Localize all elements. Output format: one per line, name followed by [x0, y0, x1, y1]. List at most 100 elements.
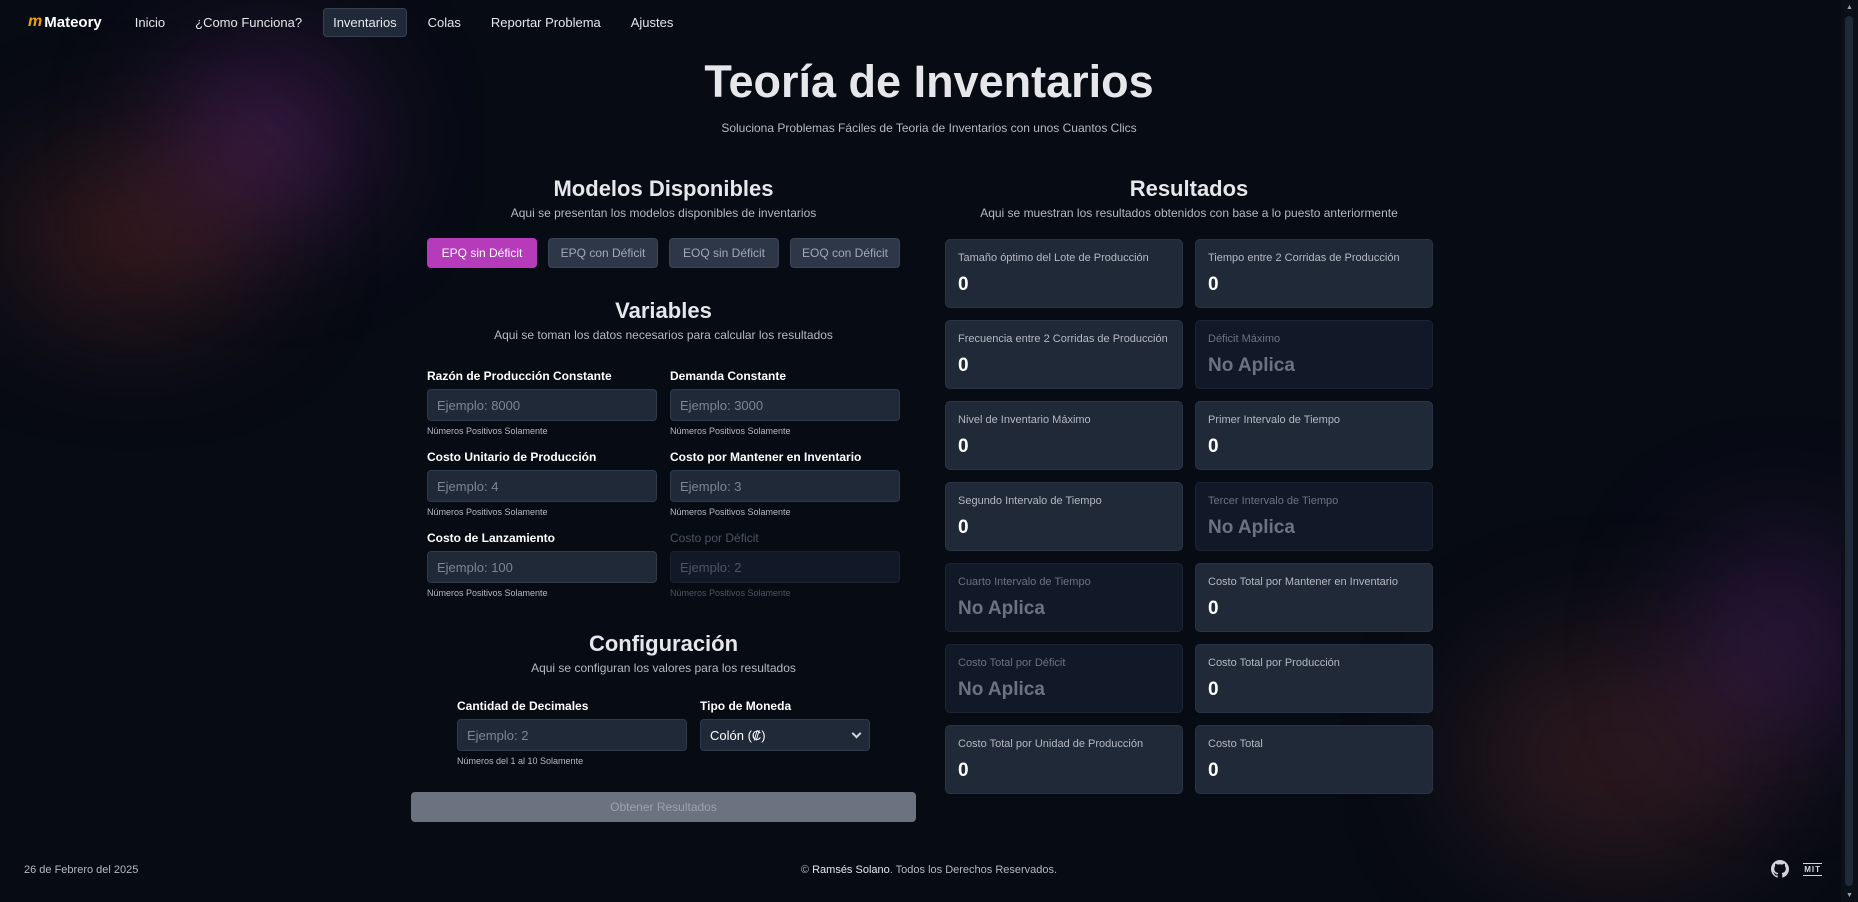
field-help: Números Positivos Solamente	[670, 588, 791, 598]
nav-item-ajustes[interactable]: Ajustes	[622, 9, 683, 36]
footer-copyright: © Ramsés Solano. Todos los Derechos Rese…	[0, 864, 1858, 876]
razon-produccion-input[interactable]: Ejemplo: 8000	[427, 389, 657, 421]
field-decimales: Cantidad de Decimales Ejemplo: 2 Números…	[457, 699, 687, 767]
author-name: Ramsés Solano	[812, 864, 890, 876]
result-label: Tamaño óptimo del Lote de Producción	[958, 252, 1149, 264]
config-title: Configuración	[588, 631, 739, 656]
result-label: Primer Intervalo de Tiempo	[1208, 414, 1341, 426]
models-subtitle: Aqui se presentan los modelos disponible…	[510, 206, 817, 220]
result-value: 0	[1208, 436, 1219, 457]
result-label: Frecuencia entre 2 Corridas de Producció…	[958, 333, 1168, 345]
costo-mantener-input[interactable]: Ejemplo: 3	[670, 470, 900, 502]
result-value: 0	[958, 436, 969, 457]
field-help: Números Positivos Solamente	[670, 426, 791, 436]
result-card: Déficit Máximo No Aplica	[1195, 320, 1433, 389]
nav-item-reportar-problema[interactable]: Reportar Problema	[482, 9, 610, 36]
obtener-resultados-button[interactable]: Obtener Resultados	[411, 792, 916, 822]
variables-title: Variables	[615, 298, 712, 323]
field-label: Costo Unitario de Producción	[427, 450, 597, 464]
result-card: Frecuencia entre 2 Corridas de Producció…	[945, 320, 1183, 389]
scroll-up-arrow-icon[interactable]: ▲	[1841, 0, 1858, 14]
field-label: Tipo de Moneda	[700, 699, 792, 713]
field-costo-lanzamiento: Costo de Lanzamiento Ejemplo: 100 Número…	[427, 531, 657, 599]
brand-name: Mateory	[44, 13, 102, 31]
field-costo-unitario: Costo Unitario de Producción Ejemplo: 4 …	[427, 450, 657, 518]
background-glow	[10, 150, 260, 320]
moneda-select-value: Colón (₡)	[710, 727, 766, 743]
footer-date: 26 de Febrero del 2025	[24, 864, 139, 876]
variables-form: Razón de Producción Constante Ejemplo: 8…	[427, 369, 916, 599]
scroll-thumb[interactable]	[1845, 16, 1853, 886]
field-help: Números Positivos Solamente	[670, 507, 791, 517]
footer-icons: MIT	[1771, 860, 1822, 878]
result-value: 0	[958, 517, 969, 538]
field-label: Demanda Constante	[670, 369, 787, 383]
model-eoq-con-deficit-button[interactable]: EOQ con Déficit	[790, 238, 900, 268]
result-label: Tercer Intervalo de Tiempo	[1208, 495, 1339, 507]
nav-item-inicio[interactable]: Inicio	[126, 9, 174, 36]
result-label: Costo Total por Mantener en Inventario	[1208, 576, 1398, 588]
field-costo-mantener: Costo por Mantener en Inventario Ejemplo…	[670, 450, 900, 518]
results-subtitle: Aqui se muestran los resultados obtenido…	[980, 206, 1398, 220]
field-label: Costo por Mantener en Inventario	[670, 450, 862, 464]
background-glow	[1460, 640, 1780, 870]
background-glow	[1690, 540, 1858, 740]
result-card: Tamaño óptimo del Lote de Producción 0	[945, 239, 1183, 308]
costo-deficit-input: Ejemplo: 2	[670, 551, 900, 583]
results-title: Resultados	[1129, 176, 1249, 201]
rights-text: . Todos los Derechos Reservados.	[889, 864, 1058, 876]
results-grid: Tamaño óptimo del Lote de Producción 0 Tie…	[945, 239, 1433, 794]
models-title: Modelos Disponibles	[553, 176, 774, 201]
model-eoq-sin-deficit-button[interactable]: EOQ sin Déficit	[669, 238, 779, 268]
field-demanda: Demanda Constante Ejemplo: 3000 Números …	[670, 369, 900, 437]
mit-license-icon[interactable]: MIT	[1803, 862, 1822, 876]
result-card: Segundo Intervalo de Tiempo 0	[945, 482, 1183, 551]
config-form: Cantidad de Decimales Ejemplo: 2 Números…	[457, 699, 916, 767]
demanda-input[interactable]: Ejemplo: 3000	[670, 389, 900, 421]
model-epq-sin-deficit-button[interactable]: EPQ sin Déficit	[427, 238, 537, 268]
result-label: Nivel de Inventario Máximo	[958, 414, 1091, 426]
result-value: 0	[958, 274, 969, 295]
page-subtitle: Soluciona Problemas Fáciles de Teoria de…	[721, 121, 1137, 135]
decimales-input[interactable]: Ejemplo: 2	[457, 719, 687, 751]
copyright-symbol: ©	[800, 864, 810, 876]
scroll-down-arrow-icon[interactable]: ▼	[1841, 888, 1858, 902]
result-value: No Aplica	[958, 679, 1045, 700]
result-label: Segundo Intervalo de Tiempo	[958, 495, 1102, 507]
field-help: Números Positivos Solamente	[427, 507, 548, 517]
input-panel: Modelos Disponibles Aqui se presentan lo…	[411, 176, 916, 822]
field-razon-produccion: Razón de Producción Constante Ejemplo: 8…	[427, 369, 657, 437]
result-value: 0	[1208, 274, 1219, 295]
github-icon[interactable]	[1771, 860, 1790, 878]
result-label: Cuarto Intervalo de Tiempo	[958, 576, 1091, 588]
nav-item-como-funciona[interactable]: ¿Como Funciona?	[186, 9, 311, 36]
nav-item-colas[interactable]: Colas	[419, 9, 470, 36]
result-card: Costo Total 0	[1195, 725, 1433, 794]
scrollbar[interactable]: ▲ ▼	[1841, 0, 1858, 902]
result-label: Déficit Máximo	[1208, 333, 1281, 345]
field-label: Cantidad de Decimales	[457, 699, 589, 713]
result-card: Nivel de Inventario Máximo 0	[945, 401, 1183, 470]
result-value: No Aplica	[958, 598, 1045, 619]
field-help: Números Positivos Solamente	[427, 426, 548, 436]
field-label: Costo de Lanzamiento	[427, 531, 556, 545]
result-value: 0	[1208, 760, 1219, 781]
chevron-down-icon	[851, 728, 862, 738]
nav-item-inventarios[interactable]: Inventarios	[323, 7, 407, 37]
field-help: Números Positivos Solamente	[427, 588, 548, 598]
model-epq-con-deficit-button[interactable]: EPQ con Déficit	[548, 238, 658, 268]
result-label: Costo Total por Déficit	[958, 657, 1066, 669]
result-card: Costo Total por Producción 0	[1195, 644, 1433, 713]
model-selector: EPQ sin Déficit EPQ con Déficit EOQ sin …	[427, 238, 900, 268]
costo-lanzamiento-input[interactable]: Ejemplo: 100	[427, 551, 657, 583]
config-subtitle: Aqui se configuran los valores para los …	[531, 661, 796, 675]
field-moneda: Tipo de Moneda Colón (₡)	[700, 699, 870, 767]
costo-unitario-input[interactable]: Ejemplo: 4	[427, 470, 657, 502]
result-value: 0	[1208, 679, 1219, 700]
result-card: Primer Intervalo de Tiempo 0	[1195, 401, 1433, 470]
result-value: No Aplica	[1208, 517, 1295, 538]
moneda-select[interactable]: Colón (₡)	[700, 719, 870, 751]
brand-logo[interactable]: m Mateory	[28, 13, 102, 31]
result-card: Costo Total por Mantener en Inventario 0	[1195, 563, 1433, 632]
page-title: Teoría de Inventarios	[704, 56, 1154, 107]
